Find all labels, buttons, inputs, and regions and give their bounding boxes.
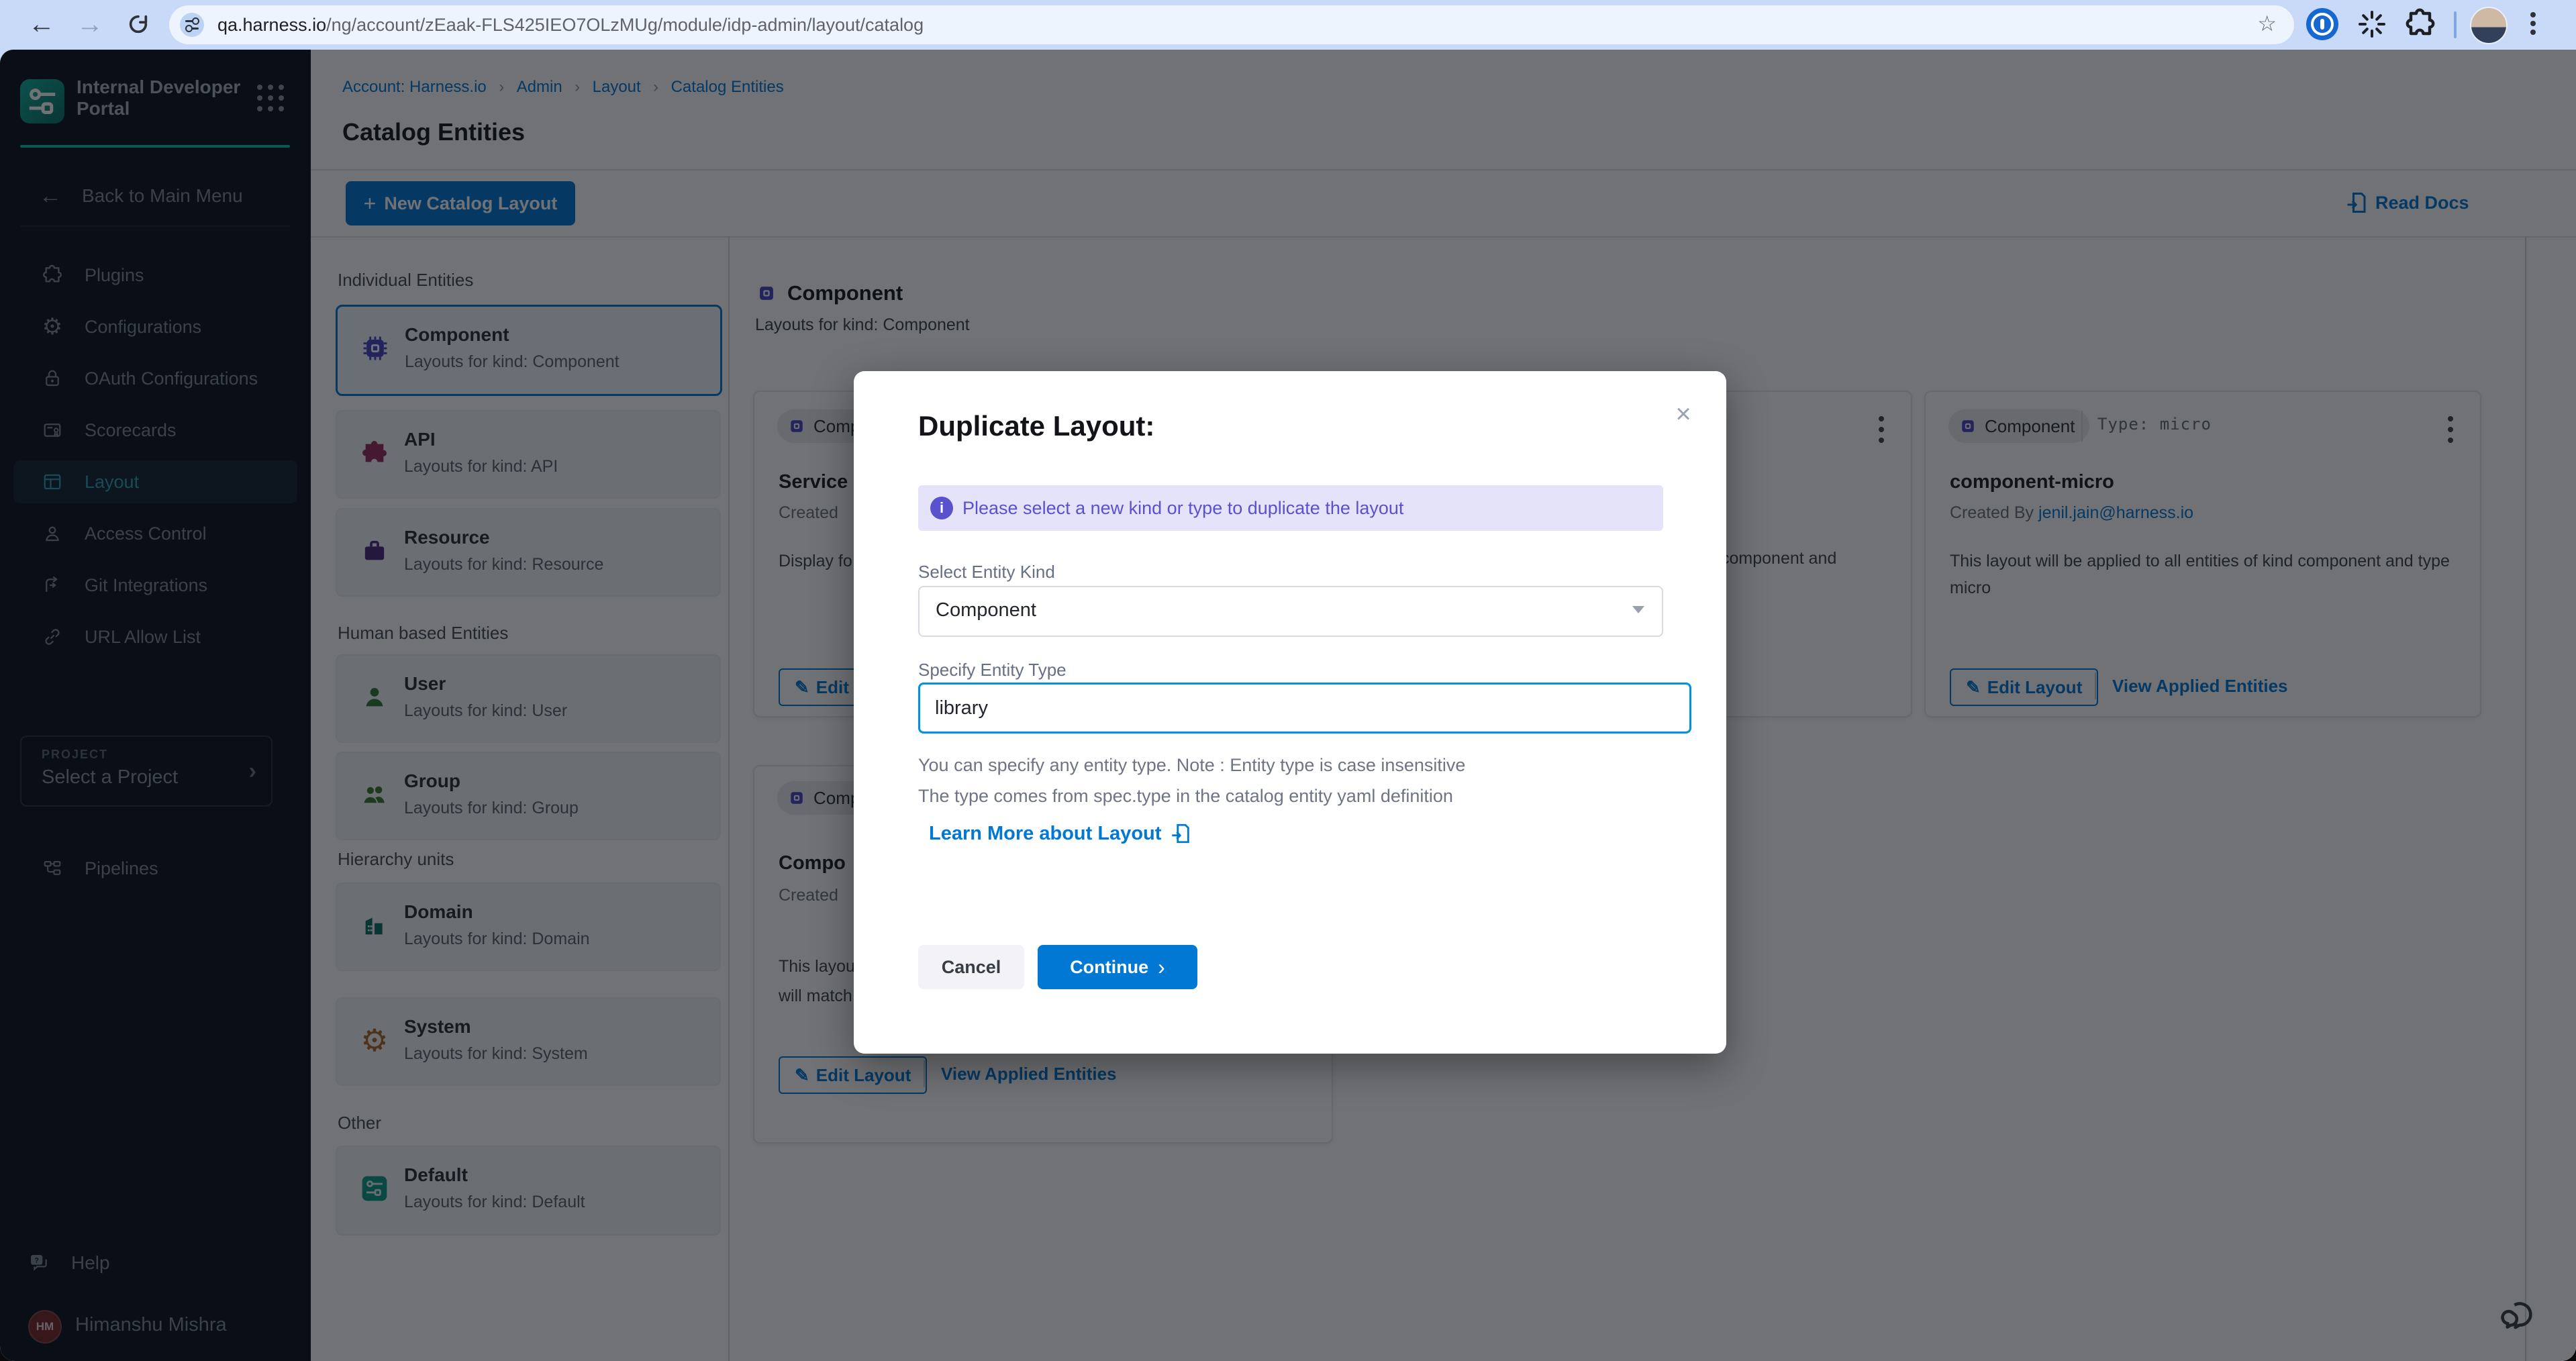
browser-actions [2294, 0, 2576, 50]
entity-kind-select[interactable]: Component [918, 586, 1663, 637]
password-manager-icon[interactable] [2306, 8, 2338, 40]
reload-icon [127, 13, 150, 36]
browser-toolbar: ← → qa.harness.io/ng/account/zEaak-FLS42… [0, 0, 2576, 50]
entity-type-label: Specify Entity Type [918, 660, 1067, 680]
browser-back-button[interactable]: ← [24, 7, 59, 42]
helper-text-2: The type comes from spec.type in the cat… [918, 786, 1453, 807]
screen: ← → qa.harness.io/ng/account/zEaak-FLS42… [0, 0, 2576, 1361]
entity-kind-value: Component [936, 599, 1036, 621]
browser-window: ← → qa.harness.io/ng/account/zEaak-FLS42… [0, 0, 2576, 1361]
chevron-down-icon [1632, 606, 1644, 613]
learn-more-link[interactable]: Learn More about Layout [929, 822, 1192, 845]
profile-avatar[interactable] [2470, 7, 2508, 44]
site-settings-icon[interactable] [180, 13, 204, 37]
browser-reload-button[interactable] [121, 7, 156, 42]
helper-text-1: You can specify any entity type. Note : … [918, 755, 1465, 776]
app-frame: Internal Developer Portal ← Back to Main… [0, 50, 2576, 1361]
info-icon: i [930, 497, 953, 519]
duplicate-layout-modal: Duplicate Layout: × i Please select a ne… [854, 371, 1726, 1054]
info-banner-text: Please select a new kind or type to dupl… [962, 498, 1403, 519]
forward-icon: → [77, 9, 103, 40]
browser-forward-button[interactable]: → [72, 7, 107, 42]
modal-title: Duplicate Layout: [918, 410, 1154, 442]
entity-kind-label: Select Entity Kind [918, 562, 1055, 583]
entity-type-input[interactable] [918, 683, 1691, 734]
address-bar[interactable]: qa.harness.io/ng/account/zEaak-FLS425IEO… [169, 5, 2294, 44]
back-icon: ← [28, 9, 55, 40]
continue-button[interactable]: Continue › [1038, 945, 1197, 989]
chevron-right-icon: › [1158, 955, 1165, 980]
close-icon[interactable]: × [1667, 398, 1699, 430]
bookmark-star-icon[interactable]: ☆ [2257, 11, 2277, 36]
extension-spinner-icon[interactable] [2356, 8, 2388, 44]
url-text: qa.harness.io/ng/account/zEaak-FLS425IEO… [217, 15, 924, 36]
doc-external-icon [1169, 822, 1192, 845]
cancel-button[interactable]: Cancel [918, 945, 1024, 989]
toolbar-divider [2454, 11, 2457, 38]
browser-menu-button[interactable] [2530, 9, 2536, 38]
info-banner: i Please select a new kind or type to du… [918, 485, 1663, 531]
extensions-puzzle-icon[interactable] [2404, 8, 2436, 44]
